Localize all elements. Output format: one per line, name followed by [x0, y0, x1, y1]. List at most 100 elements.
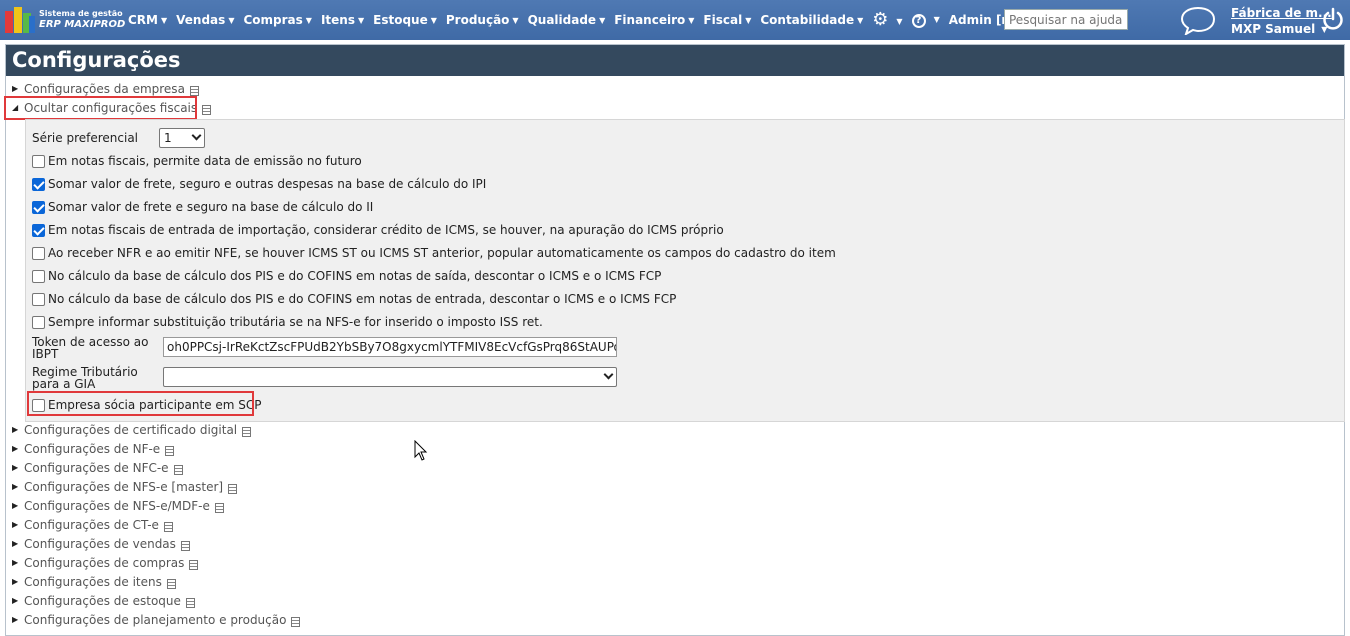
section-estoque[interactable]: ▶ Configurações de estoque [12, 592, 195, 609]
document-icon [242, 426, 252, 437]
caret-down-icon: ▼ [599, 16, 606, 25]
menu-estoque[interactable]: Estoque ▼ [373, 13, 437, 27]
menu-financeiro[interactable]: Financeiro ▼ [614, 13, 694, 27]
highlight-box [27, 391, 254, 416]
section-planejamento-producao[interactable]: ▶ Configurações de planejamento e produç… [12, 611, 301, 628]
top-navigation-bar: Sistema de gestão ERP MAXIPROD CRM ▼ Vend… [0, 0, 1350, 40]
document-icon [163, 521, 173, 532]
section-nfse-master[interactable]: ▶ Configurações de NFS-e [master] [12, 478, 238, 495]
expand-arrow-icon: ▶ [12, 444, 19, 453]
regime-select[interactable] [163, 367, 617, 387]
section-nfce[interactable]: ▶ Configurações de NFC-e [12, 459, 183, 476]
option-row[interactable]: Em notas fiscais, permite data de emissã… [32, 154, 362, 168]
expand-arrow-icon: ▶ [12, 596, 19, 605]
caret-down-icon: ▼ [688, 16, 695, 25]
help-search-input[interactable] [1004, 9, 1128, 30]
document-icon [166, 578, 176, 589]
power-icon[interactable] [1322, 7, 1344, 31]
expand-arrow-icon: ▶ [12, 615, 19, 624]
caret-down-icon: ▼ [357, 16, 365, 25]
checkbox[interactable] [32, 246, 45, 260]
company-name[interactable]: Fábrica de m... [1231, 5, 1332, 21]
mouse-cursor-icon [414, 440, 428, 461]
chevron-down-icon [603, 369, 614, 380]
caret-down-icon: ▼ [745, 16, 752, 25]
caret-down-icon: ▼ [161, 16, 168, 25]
help-menu[interactable]: ? ▼ [911, 12, 940, 28]
caret-down-icon: ▼ [512, 16, 519, 25]
help-icon: ? [911, 14, 926, 28]
expand-arrow-icon: ▶ [12, 577, 19, 586]
document-icon [185, 597, 195, 608]
serie-row: Série preferencial [32, 131, 138, 145]
option-row[interactable]: Somar valor de frete e seguro na base de… [32, 200, 373, 214]
document-icon [228, 483, 238, 494]
chevron-down-icon [191, 130, 202, 141]
checkbox[interactable] [32, 223, 45, 237]
menu-crm[interactable]: CRM ▼ [128, 13, 167, 27]
serie-select[interactable]: 1 [159, 128, 205, 148]
menu-fiscal[interactable]: Fiscal ▼ [703, 13, 751, 27]
gear-icon: ⚙ [872, 9, 889, 30]
settings-menu[interactable]: ⚙ ▼ [872, 11, 902, 29]
expand-arrow-icon: ▶ [12, 539, 19, 548]
section-configuracoes-empresa[interactable]: ▶ Configurações da empresa [12, 80, 199, 97]
brand-line-1: Sistema de gestão [39, 9, 123, 18]
company-selector[interactable]: Fábrica de m... MXP Samuel ▼ [1231, 5, 1332, 39]
section-cte[interactable]: ▶ Configurações de CT-e [12, 516, 173, 533]
regime-label: Regime Tributário para a GIA [32, 365, 138, 391]
option-row[interactable]: Somar valor de frete, seguro e outras de… [32, 177, 486, 191]
option-row[interactable]: No cálculo da base de cálculo dos PIS e … [32, 292, 676, 306]
document-icon [189, 85, 199, 96]
checkbox[interactable] [32, 269, 45, 283]
option-row[interactable]: Sempre informar substituição tributária … [32, 315, 543, 329]
document-icon [291, 616, 301, 627]
menu-contabilidade[interactable]: Contabilidade ▼ [760, 13, 863, 27]
section-compras[interactable]: ▶ Configurações de compras [12, 554, 199, 571]
expand-arrow-icon: ▶ [12, 482, 19, 491]
serie-label: Série preferencial [32, 131, 139, 145]
section-label: Configurações da empresa [24, 81, 185, 96]
section-certificado-digital[interactable]: ▶ Configurações de certificado digital [12, 421, 252, 438]
section-itens[interactable]: ▶ Configurações de itens [12, 573, 176, 590]
option-row[interactable]: Ao receber NFR e ao emitir NFE, se houve… [32, 246, 836, 260]
main-menu: CRM ▼ Vendas ▼ Compras ▼ Itens ▼ Estoque ▼ Pr… [128, 0, 1073, 40]
option-row[interactable]: No cálculo da base de cálculo dos PIS e … [32, 269, 661, 283]
company-user[interactable]: MXP Samuel ▼ [1231, 21, 1332, 39]
checkbox[interactable] [32, 292, 45, 306]
section-nfse-mdfe[interactable]: ▶ Configurações de NFS-e/MDF-e [12, 497, 224, 514]
menu-compras[interactable]: Compras ▼ [243, 13, 311, 27]
caret-down-icon: ▼ [430, 16, 437, 25]
document-icon [202, 104, 212, 115]
section-nfe[interactable]: ▶ Configurações de NF-e [12, 440, 175, 457]
content-frame: Configurações ▶ Configurações da empresa… [4, 44, 1345, 636]
chat-icon[interactable] [1180, 5, 1216, 35]
token-label: Token de acesso ao IBPT [32, 335, 149, 361]
token-input[interactable]: oh0PPCsj-IrReKctZscFPUdB2YbSBy7O8gxycmlY… [163, 337, 617, 357]
checkbox[interactable] [32, 177, 45, 191]
highlight-box [4, 96, 197, 120]
caret-down-icon: ▼ [857, 16, 864, 25]
option-row[interactable]: Em notas fiscais de entrada de importaçã… [32, 223, 724, 237]
caret-down-icon: ▼ [933, 15, 940, 24]
checkbox[interactable] [32, 154, 45, 168]
document-icon [214, 502, 224, 513]
brand-text: Sistema de gestão ERP MAXIPROD [39, 8, 125, 30]
menu-qualidade[interactable]: Qualidade ▼ [528, 13, 606, 27]
expand-arrow-icon: ▶ [12, 84, 19, 93]
section-vendas[interactable]: ▶ Configurações de vendas [12, 535, 190, 552]
expand-arrow-icon: ▶ [12, 501, 19, 510]
document-icon [189, 559, 199, 570]
menu-itens[interactable]: Itens ▼ [321, 13, 364, 27]
document-icon [173, 464, 183, 475]
document-icon [180, 540, 190, 551]
expand-arrow-icon: ▶ [12, 558, 19, 567]
menu-vendas[interactable]: Vendas ▼ [176, 13, 234, 27]
brand-line-2: ERP MAXIPROD [39, 19, 126, 30]
menu-producao[interactable]: Produção ▼ [446, 13, 519, 27]
checkbox[interactable] [32, 200, 45, 214]
document-icon [165, 445, 175, 456]
checkbox[interactable] [32, 315, 45, 329]
fiscal-settings-panel: Série preferencial 1 Em notas fiscais, p… [25, 119, 1345, 422]
maxiprod-logo[interactable] [5, 7, 35, 33]
